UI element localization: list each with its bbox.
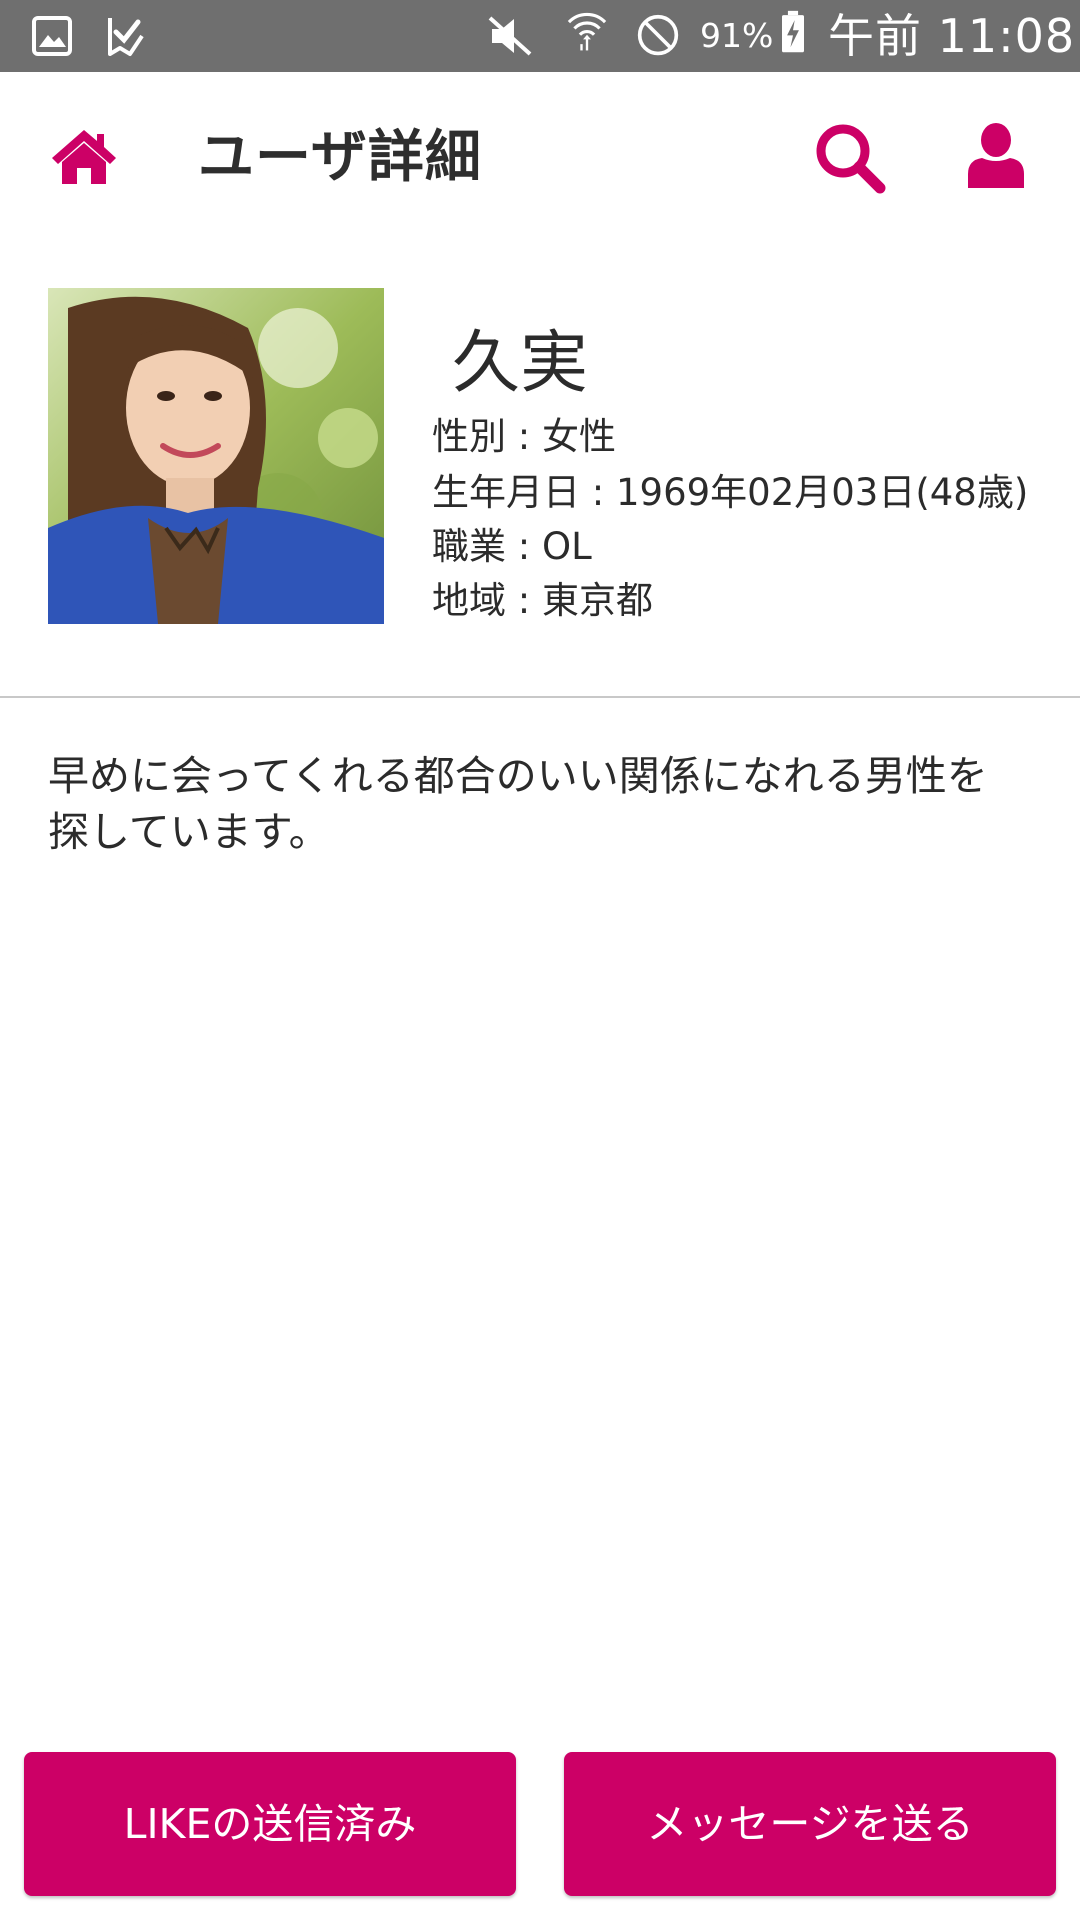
search-icon[interactable] (814, 122, 886, 194)
mute-icon (488, 16, 532, 56)
profile-photo[interactable] (48, 288, 384, 624)
occupation-label: 職業 (432, 525, 506, 568)
status-bar: 91% 午前 11:08 (0, 0, 1080, 72)
region-value: 東京都 (542, 579, 653, 622)
gender-row: 性別 : 女性 (432, 410, 616, 464)
battery-percent: 91% (700, 16, 774, 55)
profile-name: 久実 (452, 324, 589, 403)
profile-bio: 早めに会ってくれる都合のいい関係になれる男性を探しています。 (48, 752, 988, 856)
occupation-value: OL (542, 525, 592, 568)
do-not-disturb-icon (637, 14, 679, 56)
user-icon[interactable] (966, 122, 1026, 192)
gender-label: 性別 (432, 415, 506, 458)
send-message-button[interactable]: メッセージを送る (564, 1752, 1056, 1896)
task-check-icon (108, 18, 144, 56)
page-title: ユーザ詳細 (198, 125, 482, 190)
separator: : (506, 525, 542, 568)
birthday-value: 1969年02月03日(48歳) (616, 471, 1029, 514)
battery-charging-icon (782, 10, 804, 53)
region-row: 地域 : 東京都 (432, 574, 653, 628)
like-sent-button[interactable]: LIKEの送信済み (24, 1752, 516, 1896)
home-icon[interactable] (48, 126, 120, 190)
divider (0, 696, 1080, 698)
clock: 午前 11:08 (828, 9, 1076, 63)
wifi-icon (567, 12, 607, 51)
region-label: 地域 (432, 579, 506, 622)
gender-value: 女性 (542, 415, 616, 458)
gallery-icon (32, 16, 72, 56)
occupation-row: 職業 : OL (432, 520, 592, 574)
app-header: ユーザ詳細 (0, 72, 1080, 244)
separator: : (580, 471, 616, 514)
birthday-row: 生年月日 : 1969年02月03日(48歳) (432, 466, 1028, 520)
separator: : (506, 579, 542, 622)
birthday-label: 生年月日 (432, 471, 580, 514)
separator: : (506, 415, 542, 458)
